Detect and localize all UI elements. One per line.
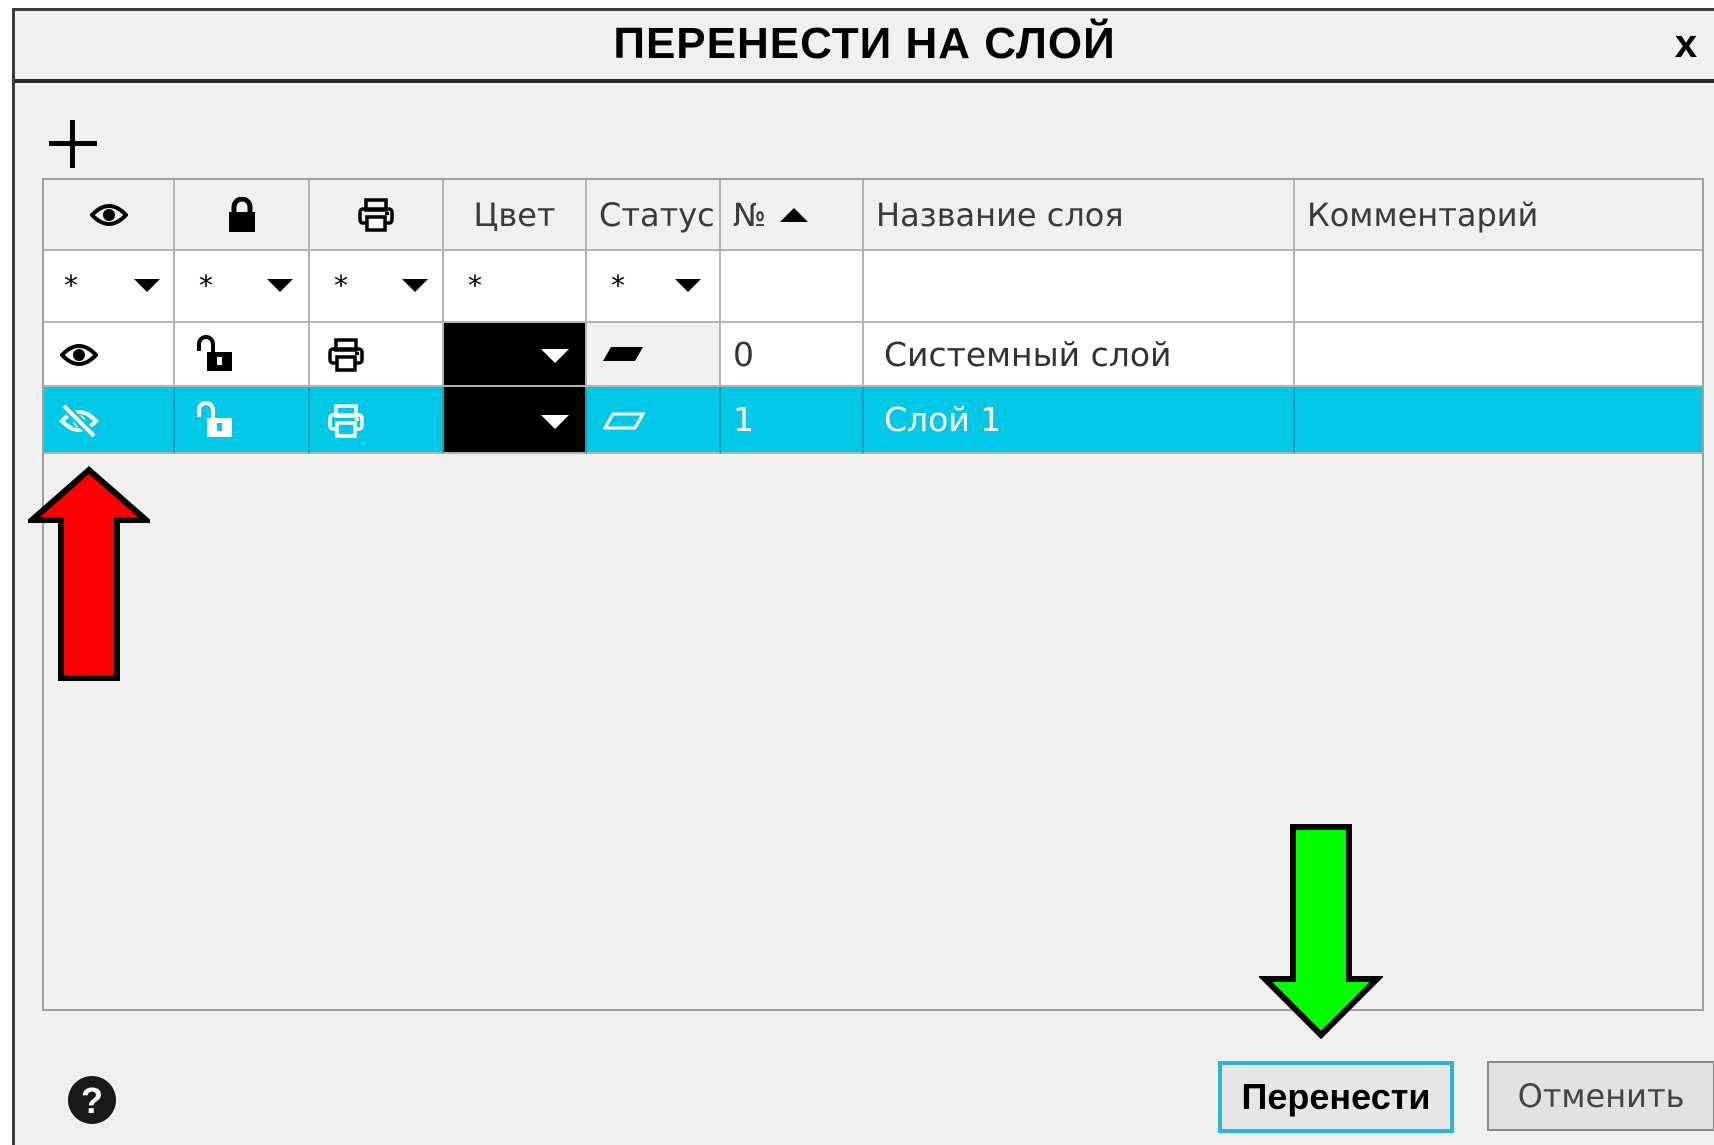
- column-number-label: №: [733, 195, 767, 234]
- filter-print[interactable]: *: [310, 251, 444, 323]
- row-name: Слой 1: [864, 387, 1295, 454]
- dialog-title: ПЕРЕНЕСТИ НА СЛОЙ: [613, 19, 1116, 68]
- filter-comment[interactable]: [1295, 251, 1702, 323]
- column-visible[interactable]: [44, 180, 175, 251]
- filter-color-value: *: [468, 269, 482, 302]
- row-lock-toggle[interactable]: [175, 387, 310, 454]
- question-circle-icon[interactable]: ?: [66, 1074, 118, 1126]
- status-filled-icon: [603, 347, 643, 361]
- printer-icon: [328, 338, 364, 372]
- row-print-toggle[interactable]: [310, 387, 444, 454]
- printer-icon: [358, 197, 394, 232]
- row-number: 1: [721, 387, 864, 454]
- row-comment: [1295, 387, 1702, 454]
- title-bar: ПЕРЕНЕСТИ НА СЛОЙ x: [15, 11, 1714, 83]
- eye-hidden-icon: [59, 403, 99, 439]
- table-header: Цвет Статус № Название слоя Комментарий: [44, 180, 1702, 251]
- status-outline-icon: [602, 412, 646, 430]
- svg-text:?: ?: [81, 1080, 103, 1121]
- printer-icon: [328, 404, 364, 438]
- column-status-label: Статус: [599, 195, 715, 234]
- filter-locked[interactable]: *: [175, 251, 310, 323]
- filter-visible[interactable]: *: [44, 251, 175, 323]
- color-swatch: [444, 323, 585, 385]
- column-comment[interactable]: Комментарий: [1295, 180, 1702, 251]
- unlock-icon: [197, 401, 232, 437]
- green-arrow-down-annotation: [1259, 824, 1383, 1039]
- unlock-icon: [197, 335, 232, 371]
- row-status[interactable]: [587, 323, 721, 387]
- row-status[interactable]: [587, 387, 721, 454]
- column-name[interactable]: Название слоя: [864, 180, 1295, 251]
- filter-color[interactable]: *: [444, 251, 587, 323]
- chevron-down-icon: [541, 415, 569, 429]
- color-swatch: [444, 387, 585, 452]
- sort-ascending-icon: [780, 207, 809, 222]
- row-color-select[interactable]: [444, 323, 587, 387]
- column-color-label: Цвет: [473, 195, 556, 234]
- eye-icon: [60, 344, 98, 366]
- column-comment-label: Комментарий: [1307, 195, 1539, 234]
- row-color-select[interactable]: [444, 387, 587, 454]
- table-row[interactable]: 0 Системный слой: [44, 323, 1702, 387]
- filter-name[interactable]: [864, 251, 1295, 323]
- row-comment: [1295, 323, 1702, 387]
- row-name: Системный слой: [864, 323, 1295, 387]
- row-number: 0: [721, 323, 864, 387]
- chevron-down-icon: [541, 349, 569, 363]
- move-to-layer-dialog: ПЕРЕНЕСТИ НА СЛОЙ x Цвет Статус № Назван…: [12, 8, 1714, 1145]
- column-number[interactable]: №: [721, 180, 864, 251]
- chevron-down-icon: [267, 279, 293, 292]
- chevron-down-icon: [402, 279, 428, 292]
- row-visible-toggle[interactable]: [44, 387, 175, 454]
- filter-number[interactable]: [721, 251, 864, 323]
- chevron-down-icon: [675, 279, 701, 292]
- filter-status[interactable]: *: [587, 251, 721, 323]
- column-color[interactable]: Цвет: [444, 180, 587, 251]
- eye-icon: [89, 203, 128, 226]
- lock-icon: [228, 196, 255, 232]
- cancel-button[interactable]: Отменить: [1487, 1061, 1714, 1131]
- row-lock-toggle[interactable]: [175, 323, 310, 387]
- column-name-label: Название слоя: [876, 195, 1124, 234]
- filter-status-value: *: [611, 269, 625, 302]
- red-arrow-up-annotation: [28, 466, 150, 681]
- layers-table: Цвет Статус № Название слоя Комментарий …: [42, 178, 1704, 1011]
- column-print[interactable]: [310, 180, 444, 251]
- filter-locked-value: *: [199, 269, 213, 302]
- filter-row: * * * * *: [44, 251, 1702, 323]
- chevron-down-icon: [134, 279, 160, 292]
- row-visible-toggle[interactable]: [44, 323, 175, 387]
- row-print-toggle[interactable]: [310, 323, 444, 387]
- column-status[interactable]: Статус: [587, 180, 721, 251]
- move-button[interactable]: Перенести: [1218, 1061, 1454, 1133]
- column-lock[interactable]: [175, 180, 310, 251]
- plus-icon[interactable]: [45, 116, 101, 172]
- filter-visible-value: *: [64, 269, 78, 302]
- table-row-selected[interactable]: 1 Слой 1: [44, 387, 1702, 454]
- filter-print-value: *: [334, 269, 348, 302]
- close-button[interactable]: x: [1666, 19, 1706, 69]
